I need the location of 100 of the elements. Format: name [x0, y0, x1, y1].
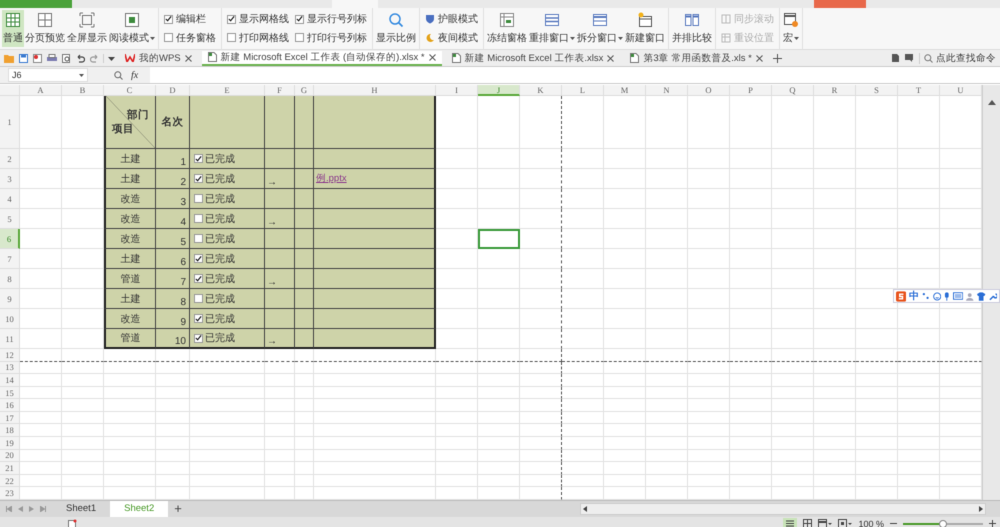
- row-header[interactable]: 19: [0, 437, 20, 450]
- first-sheet-icon[interactable]: [6, 506, 12, 512]
- row-header[interactable]: 18: [0, 424, 20, 438]
- ribbon-button[interactable]: 普通: [2, 10, 24, 47]
- document-tab[interactable]: 我的WPS: [119, 50, 198, 66]
- column-header[interactable]: I: [436, 85, 478, 96]
- row-header[interactable]: 13: [0, 362, 20, 374]
- next-sheet-icon[interactable]: [29, 506, 34, 512]
- preview-icon[interactable]: [62, 54, 71, 62]
- scroll-up-icon[interactable]: [988, 99, 996, 105]
- column-header[interactable]: F: [265, 85, 295, 96]
- ribbon-button[interactable]: 宏: [782, 10, 800, 47]
- ribbon-button[interactable]: 新建窗口: [624, 10, 666, 47]
- ribbon-button[interactable]: 拆分窗口: [576, 10, 624, 47]
- document-icon[interactable]: [892, 54, 899, 62]
- column-header[interactable]: G: [295, 85, 314, 96]
- punctuation-icon[interactable]: [922, 292, 930, 300]
- formula-input[interactable]: [150, 67, 1000, 83]
- column-header[interactable]: S: [856, 85, 898, 96]
- row-header[interactable]: 7: [0, 249, 20, 269]
- row-header[interactable]: 12: [0, 349, 20, 362]
- row-header[interactable]: 5: [0, 209, 20, 229]
- row-header[interactable]: 11: [0, 329, 20, 349]
- normal-view-icon[interactable]: [783, 518, 798, 527]
- sheet-tab[interactable]: Sheet1: [52, 500, 110, 517]
- microphone-icon[interactable]: [944, 292, 950, 300]
- input-mode[interactable]: 中: [909, 289, 920, 303]
- smiley-icon[interactable]: [932, 292, 942, 300]
- column-header[interactable]: Q: [772, 85, 814, 96]
- redo-icon[interactable]: [90, 54, 99, 62]
- save-icon[interactable]: [19, 54, 28, 62]
- wrench-icon[interactable]: [988, 292, 997, 300]
- keyboard-icon[interactable]: [952, 292, 963, 300]
- row-header[interactable]: 6: [0, 229, 20, 249]
- checkbox[interactable]: [227, 14, 236, 24]
- column-header[interactable]: B: [62, 85, 104, 96]
- ribbon-button[interactable]: 夜间模式: [425, 30, 478, 45]
- document-tab[interactable]: 新建 Microsoft Excel 工作表.xlsx: [446, 50, 620, 66]
- checkbox[interactable]: [194, 294, 203, 303]
- page-break-view-icon[interactable]: [803, 519, 812, 527]
- zoom-icon[interactable]: [114, 70, 123, 80]
- horizontal-scrollbar[interactable]: [580, 502, 986, 515]
- close-icon[interactable]: [607, 54, 614, 62]
- selected-cell[interactable]: [478, 229, 520, 249]
- column-header[interactable]: K: [520, 85, 562, 96]
- row-header[interactable]: 23: [0, 487, 20, 500]
- person-icon[interactable]: [966, 292, 974, 300]
- column-header[interactable]: N: [646, 85, 688, 96]
- caret-icon[interactable]: [108, 56, 115, 60]
- previous-sheet-icon[interactable]: [18, 506, 23, 512]
- row-header[interactable]: 17: [0, 412, 20, 424]
- ribbon-button[interactable]: 重排窗口: [528, 10, 576, 47]
- vertical-scrollbar[interactable]: [982, 85, 1000, 500]
- function-label[interactable]: fx: [131, 70, 138, 80]
- row-header[interactable]: 10: [0, 309, 20, 329]
- checkbox[interactable]: [194, 254, 203, 263]
- checkbox[interactable]: [194, 174, 203, 183]
- row-header[interactable]: 9: [0, 289, 20, 309]
- row-header[interactable]: 14: [0, 374, 20, 387]
- column-header[interactable]: H: [314, 85, 436, 96]
- last-sheet-icon[interactable]: [40, 506, 46, 512]
- column-header[interactable]: L: [562, 85, 604, 96]
- checkbox[interactable]: [194, 154, 203, 163]
- row-header[interactable]: 2: [0, 149, 20, 169]
- checkbox[interactable]: [295, 14, 304, 24]
- row-header[interactable]: 22: [0, 474, 20, 488]
- ribbon-button[interactable]: 显示比例: [375, 10, 417, 47]
- checkbox[interactable]: [194, 274, 203, 283]
- row-header[interactable]: 1: [0, 96, 20, 149]
- checkbox[interactable]: [194, 234, 203, 243]
- login-button[interactable]: [814, 0, 866, 8]
- ribbon-button[interactable]: 并排比较: [671, 10, 713, 47]
- close-icon[interactable]: [184, 54, 192, 62]
- column-header[interactable]: D: [156, 85, 190, 96]
- zoom-in-icon[interactable]: [989, 520, 996, 527]
- column-header[interactable]: C: [104, 85, 156, 96]
- checkbox[interactable]: [227, 33, 236, 42]
- column-header[interactable]: T: [898, 85, 940, 96]
- column-header[interactable]: O: [688, 85, 730, 96]
- command-search-field[interactable]: 点此查找命令: [919, 52, 996, 64]
- macro-record-icon[interactable]: [68, 519, 77, 527]
- sheet-tab[interactable]: Sheet2: [110, 500, 168, 517]
- ribbon-button[interactable]: 阅读模式: [108, 10, 156, 47]
- name-box[interactable]: J6: [8, 68, 88, 82]
- checkbox[interactable]: [164, 33, 173, 42]
- plus-icon[interactable]: [772, 54, 782, 62]
- zoom-out-icon[interactable]: [890, 520, 897, 527]
- folder-icon[interactable]: [4, 54, 14, 62]
- document-tab[interactable]: 新建 Microsoft Excel 工作表 (自动保存的).xlsx *: [202, 50, 442, 66]
- scroll-left-icon[interactable]: [583, 506, 587, 512]
- file-link[interactable]: 例.pptx: [316, 172, 347, 185]
- close-icon[interactable]: [428, 54, 436, 60]
- document-icon[interactable]: [33, 54, 42, 62]
- column-header[interactable]: J: [478, 85, 520, 96]
- row-header[interactable]: 15: [0, 386, 20, 400]
- row-header[interactable]: 21: [0, 462, 20, 475]
- ribbon-button[interactable]: 护眼模式: [425, 12, 478, 26]
- ribbon-button[interactable]: 全屏显示: [66, 10, 108, 47]
- chat-icon[interactable]: [905, 54, 913, 62]
- row-header[interactable]: 8: [0, 269, 20, 289]
